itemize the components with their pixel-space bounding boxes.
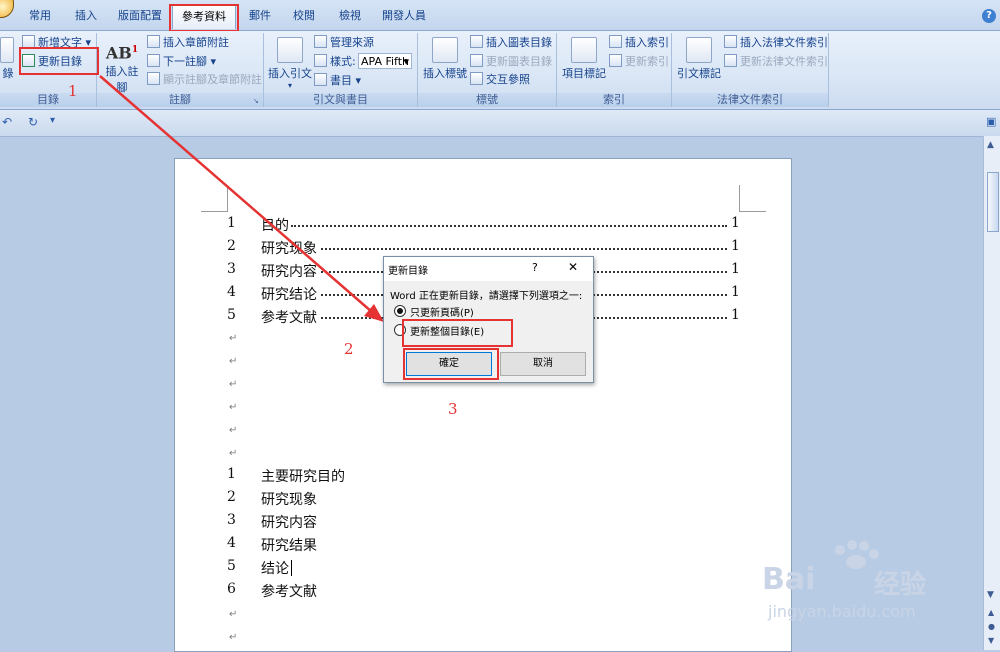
callout-step-2: 2	[344, 340, 354, 358]
dialog-close-icon[interactable]: ✕	[568, 260, 578, 274]
highlight-ok-button	[403, 348, 499, 380]
radio-update-pages[interactable]	[394, 305, 406, 317]
callout-step-3: 3	[448, 400, 458, 418]
watermark-url: jingyan.baidu.com	[768, 602, 916, 621]
dialog-title: 更新目錄	[388, 266, 428, 277]
watermark-brand: Bai	[762, 562, 816, 597]
highlight-entire-table-option	[402, 319, 513, 347]
cancel-button[interactable]: 取消	[500, 352, 586, 376]
dialog-help-icon[interactable]: ?	[532, 261, 538, 274]
watermark-brand-cn: 经验	[874, 570, 927, 600]
dialog-title-bar: 更新目錄 ? ✕	[384, 257, 593, 281]
dialog-prompt: Word 正在更新目錄，請選擇下列選項之一:	[390, 291, 583, 302]
baidu-watermark: Bai 经验 jingyan.baidu.com	[762, 540, 992, 640]
radio-selected-dot	[397, 308, 403, 314]
callout-step-1: 1	[68, 82, 78, 100]
option1-label: 只更新頁碼(P)	[410, 308, 474, 319]
